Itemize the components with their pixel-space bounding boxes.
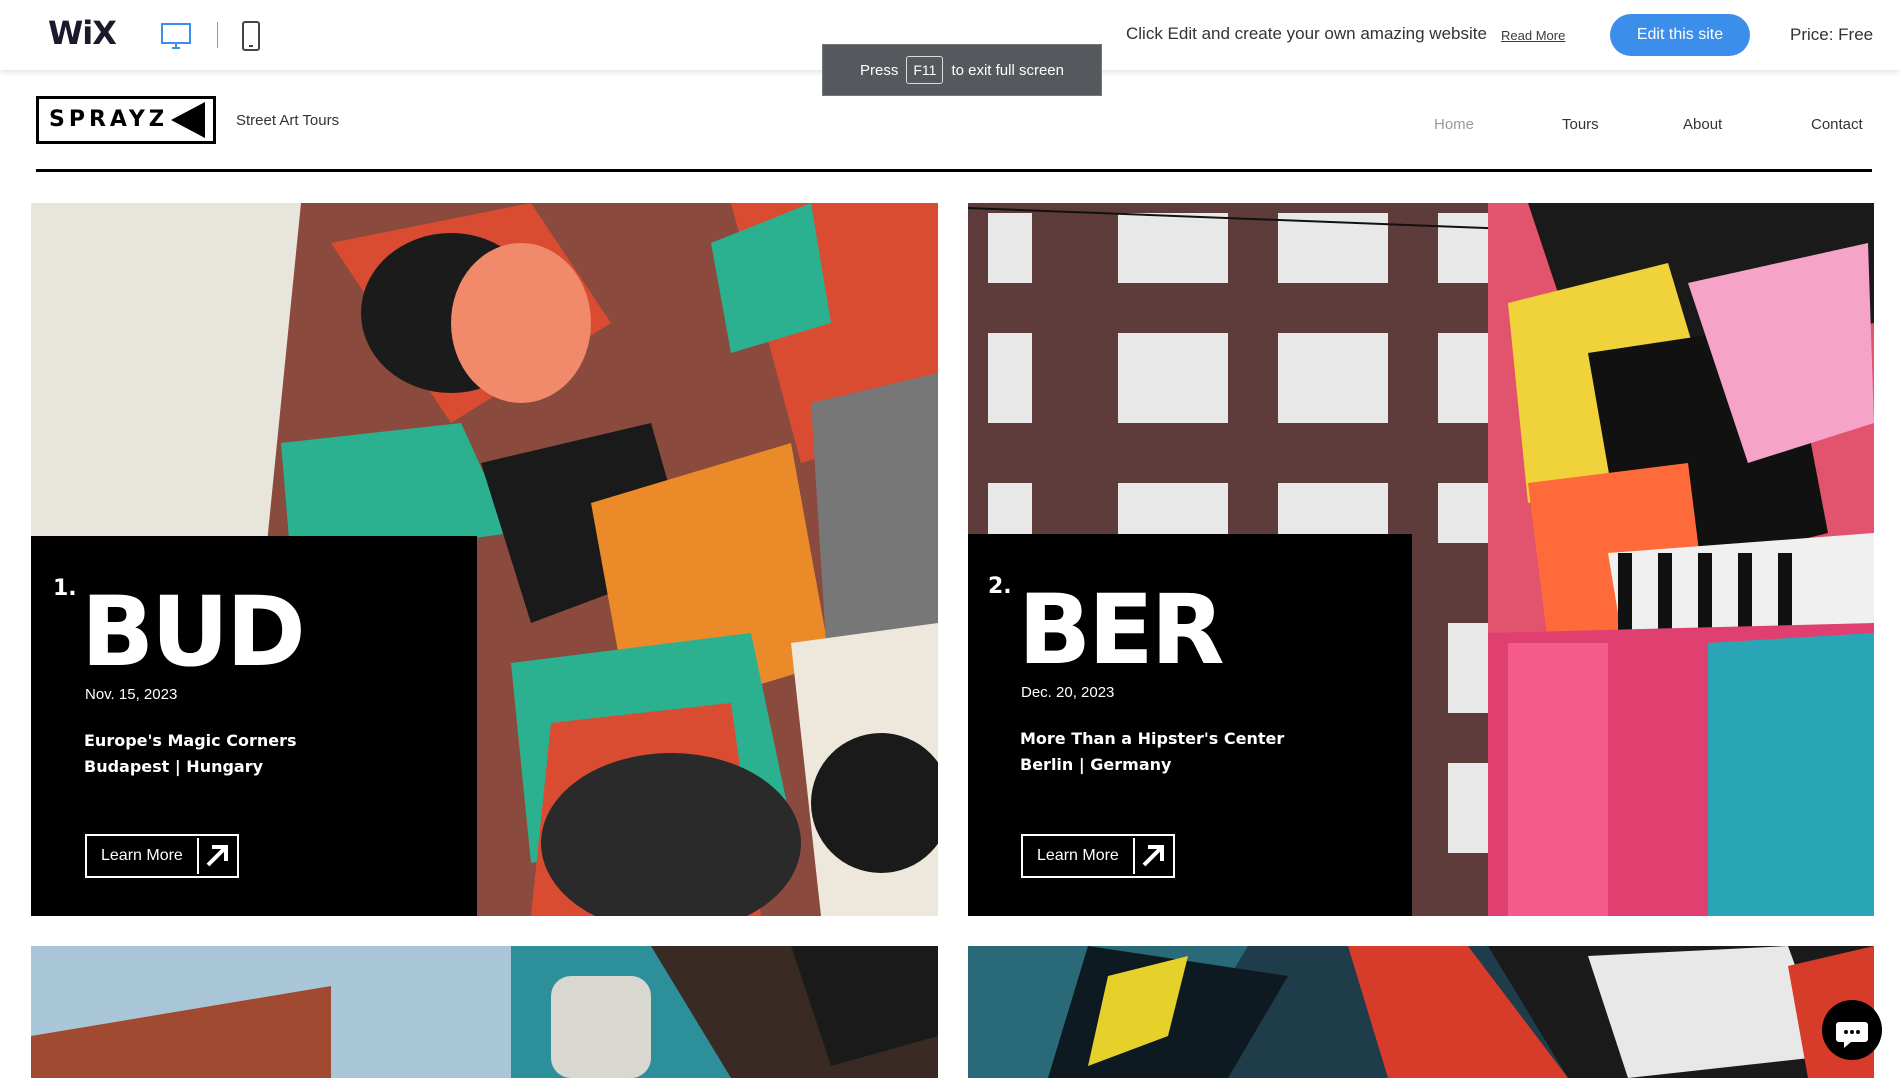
toast-key: F11 — [906, 56, 944, 84]
tour-location: Budapest | Hungary — [84, 757, 264, 776]
learn-more-button[interactable]: Learn More — [85, 834, 239, 878]
toast-rest: to exit full screen — [951, 61, 1064, 79]
price-label: Price: Free — [1790, 25, 1874, 44]
nav-tours[interactable]: Tours — [1562, 116, 1599, 133]
promo-text: Click Edit and create your own amazing w… — [1126, 24, 1487, 43]
tour-city-code: BER — [1018, 574, 1225, 686]
nav-home[interactable]: Home — [1434, 116, 1474, 133]
tour-card-berlin: 2. BER Dec. 20, 2023 More Than a Hipster… — [968, 203, 1874, 916]
tour-card-budapest: 1. BUD Nov. 15, 2023 Europe's Magic Corn… — [31, 203, 938, 916]
edit-site-button[interactable]: Edit this site — [1610, 14, 1750, 56]
header-divider — [36, 169, 1872, 172]
tour-info-panel: 1. BUD Nov. 15, 2023 Europe's Magic Corn… — [31, 536, 477, 916]
tour-city-code: BUD — [81, 576, 306, 688]
chat-button[interactable] — [1822, 1000, 1882, 1060]
tour-card-4 — [968, 946, 1874, 1078]
chat-icon — [1836, 1022, 1868, 1048]
arrow-up-right-icon — [1133, 838, 1164, 874]
tour-info-panel: 2. BER Dec. 20, 2023 More Than a Hipster… — [968, 534, 1412, 916]
tour-title: Europe's Magic Corners — [84, 731, 297, 750]
desktop-view-icon[interactable] — [160, 22, 192, 52]
mobile-view-icon[interactable] — [240, 20, 262, 52]
tour-date: Nov. 15, 2023 — [85, 686, 178, 703]
logo-arrow-icon — [163, 99, 213, 141]
site-logo-text: SPRAYZ — [49, 107, 169, 132]
tour-3-image — [31, 946, 938, 1078]
learn-more-button[interactable]: Learn More — [1021, 834, 1175, 878]
learn-more-label: Learn More — [1037, 847, 1119, 864]
tour-title: More Than a Hipster's Center — [1020, 729, 1285, 748]
wix-logo[interactable]: WiX — [48, 14, 117, 52]
arrow-up-right-icon — [197, 838, 228, 874]
tour-date: Dec. 20, 2023 — [1021, 684, 1115, 701]
tour-number: 2. — [988, 574, 1012, 599]
nav-contact[interactable]: Contact — [1811, 116, 1863, 133]
site-logo[interactable]: SPRAYZ — [36, 96, 216, 144]
read-more-link[interactable]: Read More — [1501, 28, 1565, 43]
device-separator — [217, 22, 218, 48]
tour-location: Berlin | Germany — [1020, 755, 1172, 774]
learn-more-label: Learn More — [101, 847, 183, 864]
tour-4-image — [968, 946, 1874, 1078]
tour-card-3 — [31, 946, 938, 1078]
tour-number: 1. — [53, 576, 77, 601]
nav-about[interactable]: About — [1683, 116, 1722, 133]
fullscreen-toast: Press F11 to exit full screen — [822, 44, 1102, 96]
site-tagline: Street Art Tours — [236, 112, 340, 129]
toast-press: Press — [860, 61, 899, 79]
